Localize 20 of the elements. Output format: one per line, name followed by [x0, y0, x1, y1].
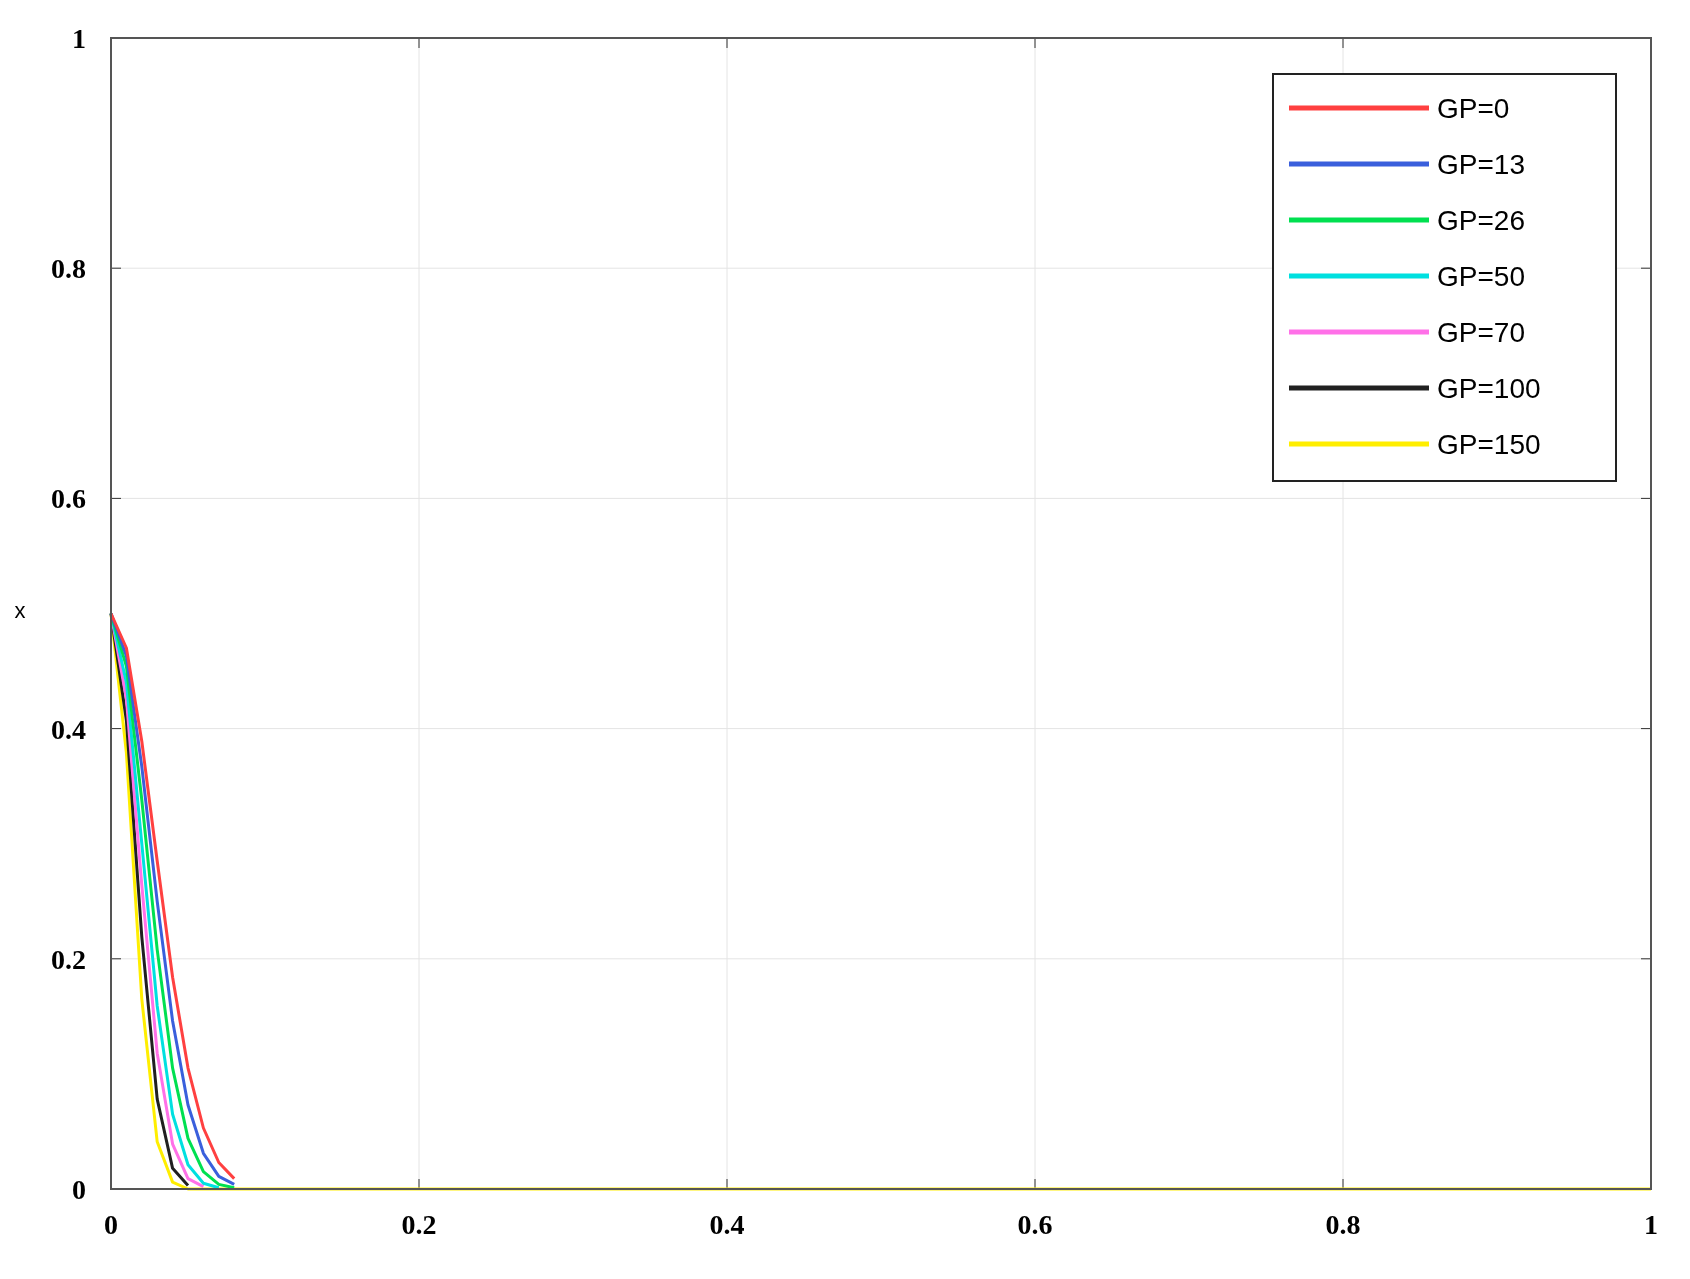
legend-label: GP=70	[1437, 317, 1525, 348]
legend-label: GP=100	[1437, 373, 1541, 404]
legend-label: GP=26	[1437, 205, 1525, 236]
y-tick-label: 0.8	[51, 253, 86, 285]
legend-label: GP=150	[1437, 429, 1541, 460]
y-tick-label: 0.2	[51, 943, 86, 975]
y-tick-label: 0.4	[51, 713, 86, 745]
y-tick-label: 0	[72, 1174, 86, 1205]
x-tick-label: 0.4	[709, 1209, 745, 1240]
x-tick-label: 0.8	[1325, 1209, 1361, 1240]
x-tick-label: 1	[1644, 1209, 1658, 1240]
y-axis-label: x	[14, 598, 26, 623]
legend-label: GP=13	[1437, 149, 1525, 180]
x-tick-label: 0.6	[1017, 1209, 1053, 1240]
y-tick-label: 1	[72, 23, 86, 54]
legend-label: GP=50	[1437, 261, 1525, 292]
x-tick-label: 0	[104, 1209, 118, 1240]
x-tick-label: 0.2	[401, 1209, 437, 1240]
legend-label: GP=0	[1437, 93, 1510, 124]
y-tick-label: 0.6	[51, 483, 86, 515]
